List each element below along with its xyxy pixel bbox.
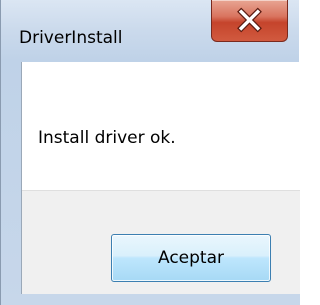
- button-area: Aceptar: [22, 190, 300, 294]
- dialog-content: Install driver ok. Aceptar: [21, 62, 300, 294]
- close-button[interactable]: [211, 0, 288, 42]
- dialog-window: DriverInstall Install driver ok. Aceptar: [0, 0, 300, 305]
- ok-button[interactable]: Aceptar: [111, 234, 271, 282]
- message-text: Install driver ok.: [38, 128, 176, 148]
- title-bar[interactable]: DriverInstall: [1, 0, 300, 62]
- close-icon: [237, 7, 262, 33]
- message-area: Install driver ok.: [22, 62, 300, 190]
- window-bottom-border: [1, 294, 300, 305]
- window-title: DriverInstall: [19, 28, 123, 48]
